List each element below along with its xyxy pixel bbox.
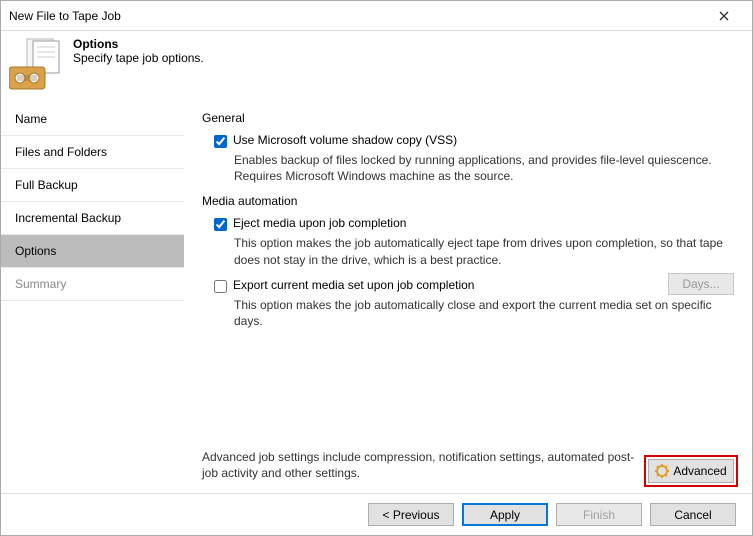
window-title: New File to Tape Job	[9, 9, 704, 23]
vss-description: Enables backup of files locked by runnin…	[234, 152, 734, 184]
apply-button[interactable]: Apply	[462, 503, 548, 526]
tape-icon	[9, 37, 65, 93]
finish-button: Finish	[556, 503, 642, 526]
wizard-steps: Name Files and Folders Full Backup Incre…	[1, 97, 184, 493]
advanced-button-label: Advanced	[673, 464, 726, 478]
vss-checkbox[interactable]	[214, 135, 227, 148]
sidebar-item-incremental-backup[interactable]: Incremental Backup	[1, 202, 184, 235]
close-icon	[719, 11, 729, 21]
section-general: General	[202, 111, 736, 125]
section-media-automation: Media automation	[202, 194, 736, 208]
sidebar-item-summary[interactable]: Summary	[1, 268, 184, 301]
eject-description: This option makes the job automatically …	[234, 235, 734, 267]
export-label: Export current media set upon job comple…	[233, 278, 474, 292]
previous-button[interactable]: < Previous	[368, 503, 454, 526]
vss-label: Use Microsoft volume shadow copy (VSS)	[233, 133, 457, 147]
sidebar-item-full-backup[interactable]: Full Backup	[1, 169, 184, 202]
gear-icon	[655, 464, 669, 478]
eject-label: Eject media upon job completion	[233, 216, 406, 230]
page-title: Options	[73, 37, 204, 51]
advanced-hint: Advanced job settings include compressio…	[202, 449, 642, 481]
sidebar-item-name[interactable]: Name	[1, 103, 184, 136]
page-subtitle: Specify tape job options.	[73, 51, 204, 65]
sidebar-item-options[interactable]: Options	[1, 235, 184, 268]
cancel-button[interactable]: Cancel	[650, 503, 736, 526]
export-description: This option makes the job automatically …	[234, 297, 734, 329]
wizard-header: Options Specify tape job options.	[1, 31, 752, 97]
advanced-button[interactable]: Advanced	[648, 459, 734, 483]
close-button[interactable]	[704, 2, 744, 30]
export-checkbox[interactable]	[214, 280, 227, 293]
days-button: Days...	[668, 273, 734, 295]
sidebar-item-files-folders[interactable]: Files and Folders	[1, 136, 184, 169]
eject-checkbox[interactable]	[214, 218, 227, 231]
